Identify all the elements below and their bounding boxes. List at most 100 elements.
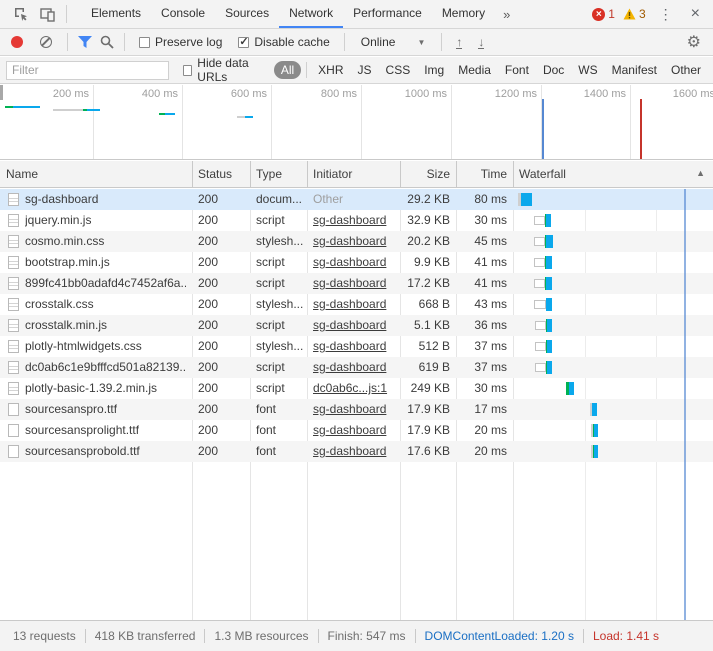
- search-icon[interactable]: [96, 31, 118, 53]
- request-name-cell[interactable]: bootstrap.min.js: [0, 252, 192, 273]
- file-icon: [8, 403, 19, 416]
- filter-pill-font[interactable]: Font: [499, 61, 535, 79]
- sort-direction-icon[interactable]: ▲: [696, 168, 705, 178]
- filter-pill-other[interactable]: Other: [665, 61, 707, 79]
- throttling-dropdown[interactable]: Online ▼: [361, 35, 426, 49]
- initiator-link[interactable]: sg-dashboard: [313, 276, 386, 290]
- export-har-icon[interactable]: ↓: [478, 36, 484, 49]
- warning-count-badge[interactable]: 3: [621, 7, 648, 21]
- filter-pill-all[interactable]: All: [274, 61, 301, 79]
- filter-pill-media[interactable]: Media: [452, 61, 497, 79]
- initiator-link[interactable]: sg-dashboard: [313, 318, 386, 332]
- request-row[interactable]: sourcesansprolight.ttf200fontsg-dashboar…: [0, 420, 713, 441]
- request-row[interactable]: bootstrap.min.js200scriptsg-dashboard9.9…: [0, 252, 713, 273]
- initiator-link[interactable]: sg-dashboard: [313, 297, 386, 311]
- preserve-log-checkbox-box[interactable]: [139, 37, 150, 48]
- overview-tick-label: 400 ms: [142, 88, 178, 100]
- tab-console[interactable]: Console: [151, 0, 215, 28]
- filter-funnel-icon[interactable]: [74, 31, 96, 53]
- request-name-cell[interactable]: sourcesanspro.ttf: [0, 399, 192, 420]
- error-count-badge[interactable]: × 1: [590, 7, 617, 21]
- disable-cache-checkbox[interactable]: Disable cache: [238, 35, 329, 49]
- overview-scroll-handle[interactable]: [0, 85, 3, 100]
- filter-pill-css[interactable]: CSS: [380, 61, 417, 79]
- column-separator[interactable]: [192, 161, 193, 187]
- column-header-name[interactable]: Name: [0, 161, 192, 187]
- hide-data-urls-checkbox-box[interactable]: [183, 65, 192, 76]
- request-row[interactable]: plotly-htmlwidgets.css200stylesh...sg-da…: [0, 336, 713, 357]
- initiator-link[interactable]: sg-dashboard: [313, 444, 386, 458]
- filter-pill-doc[interactable]: Doc: [537, 61, 570, 79]
- column-separator[interactable]: [250, 161, 251, 187]
- request-name-cell[interactable]: cosmo.min.css: [0, 231, 192, 252]
- request-name-cell[interactable]: plotly-htmlwidgets.css: [0, 336, 192, 357]
- column-header-type[interactable]: Type: [250, 161, 307, 187]
- column-separator[interactable]: [456, 161, 457, 187]
- initiator-link[interactable]: sg-dashboard: [313, 213, 386, 227]
- request-name-cell[interactable]: sourcesansprolight.ttf: [0, 420, 192, 441]
- filter-pill-ws[interactable]: WS: [572, 61, 603, 79]
- initiator-link[interactable]: sg-dashboard: [313, 255, 386, 269]
- request-name-cell[interactable]: jquery.min.js: [0, 210, 192, 231]
- summary-1-3-mb-resources: 1.3 MB resources: [204, 629, 317, 643]
- filter-pill-manifest[interactable]: Manifest: [606, 61, 663, 79]
- hide-data-urls-checkbox[interactable]: Hide data URLs: [183, 56, 266, 84]
- filter-input[interactable]: [6, 61, 169, 80]
- more-tabs-button[interactable]: »: [495, 7, 518, 22]
- request-name-cell[interactable]: sg-dashboard: [0, 189, 192, 210]
- device-toolbar-icon[interactable]: [34, 2, 60, 26]
- filter-pill-xhr[interactable]: XHR: [312, 61, 349, 79]
- import-har-icon[interactable]: ↑: [456, 36, 462, 49]
- summary-finish: Finish: 547 ms: [318, 629, 415, 643]
- request-name-cell[interactable]: sourcesansprobold.ttf: [0, 441, 192, 462]
- tab-sources[interactable]: Sources: [215, 0, 279, 28]
- filter-pill-js[interactable]: JS: [352, 61, 378, 79]
- tab-network[interactable]: Network: [279, 0, 343, 28]
- request-row[interactable]: dc0ab6c1e9bfffcd501a82139...200scriptsg-…: [0, 357, 713, 378]
- network-settings-gear-icon[interactable]: ⚙: [687, 32, 705, 52]
- request-name-cell[interactable]: crosstalk.css: [0, 294, 192, 315]
- column-header-size[interactable]: Size: [400, 161, 456, 187]
- column-header-time[interactable]: Time: [456, 161, 513, 187]
- column-separator[interactable]: [513, 161, 514, 187]
- request-row[interactable]: crosstalk.css200stylesh...sg-dashboard66…: [0, 294, 713, 315]
- request-name-cell[interactable]: 899fc41bb0adafd4c7452af6a...: [0, 273, 192, 294]
- column-header-initiator[interactable]: Initiator: [307, 161, 400, 187]
- devtools-window: ElementsConsoleSourcesNetworkPerformance…: [0, 0, 713, 651]
- request-row[interactable]: sourcesansprobold.ttf200fontsg-dashboard…: [0, 441, 713, 462]
- request-row[interactable]: cosmo.min.css200stylesh...sg-dashboard20…: [0, 231, 713, 252]
- devtools-menu-button[interactable]: ⋮: [652, 6, 680, 23]
- request-row[interactable]: 899fc41bb0adafd4c7452af6a...200scriptsg-…: [0, 273, 713, 294]
- request-row[interactable]: jquery.min.js200scriptsg-dashboard32.9 K…: [0, 210, 713, 231]
- initiator-link[interactable]: dc0ab6c...js:1: [313, 381, 387, 395]
- initiator-link[interactable]: sg-dashboard: [313, 234, 386, 248]
- request-name-cell[interactable]: dc0ab6c1e9bfffcd501a82139...: [0, 357, 192, 378]
- record-network-log-button[interactable]: [11, 36, 23, 48]
- request-row[interactable]: sourcesanspro.ttf200fontsg-dashboard17.9…: [0, 399, 713, 420]
- panel-tabs: ElementsConsoleSourcesNetworkPerformance…: [81, 0, 495, 28]
- tab-performance[interactable]: Performance: [343, 0, 432, 28]
- initiator-link[interactable]: sg-dashboard: [313, 339, 386, 353]
- overview-tick-label: 200 ms: [53, 88, 89, 100]
- request-name-cell[interactable]: crosstalk.min.js: [0, 315, 192, 336]
- network-overview-timeline[interactable]: 200 ms400 ms600 ms800 ms1000 ms1200 ms14…: [0, 85, 713, 160]
- column-header-status[interactable]: Status: [192, 161, 250, 187]
- request-row[interactable]: crosstalk.min.js200scriptsg-dashboard5.1…: [0, 315, 713, 336]
- clear-network-log-icon[interactable]: [40, 36, 52, 48]
- column-separator[interactable]: [400, 161, 401, 187]
- initiator-link[interactable]: sg-dashboard: [313, 402, 386, 416]
- initiator-link[interactable]: sg-dashboard: [313, 360, 386, 374]
- devtools-close-button[interactable]: ×: [684, 5, 707, 23]
- request-row[interactable]: plotly-basic-1.39.2.min.js200scriptdc0ab…: [0, 378, 713, 399]
- column-separator[interactable]: [307, 161, 308, 187]
- request-row[interactable]: sg-dashboard200docum...Other29.2 KB80 ms: [0, 189, 713, 210]
- tab-elements[interactable]: Elements: [81, 0, 151, 28]
- inspect-element-icon[interactable]: [8, 2, 34, 26]
- filter-pill-img[interactable]: Img: [418, 61, 450, 79]
- column-header-waterfall[interactable]: Waterfall: [513, 161, 713, 187]
- initiator-link[interactable]: sg-dashboard: [313, 423, 386, 437]
- request-name-cell[interactable]: plotly-basic-1.39.2.min.js: [0, 378, 192, 399]
- tab-memory[interactable]: Memory: [432, 0, 495, 28]
- disable-cache-checkbox-box[interactable]: [238, 37, 249, 48]
- preserve-log-checkbox[interactable]: Preserve log: [139, 35, 222, 49]
